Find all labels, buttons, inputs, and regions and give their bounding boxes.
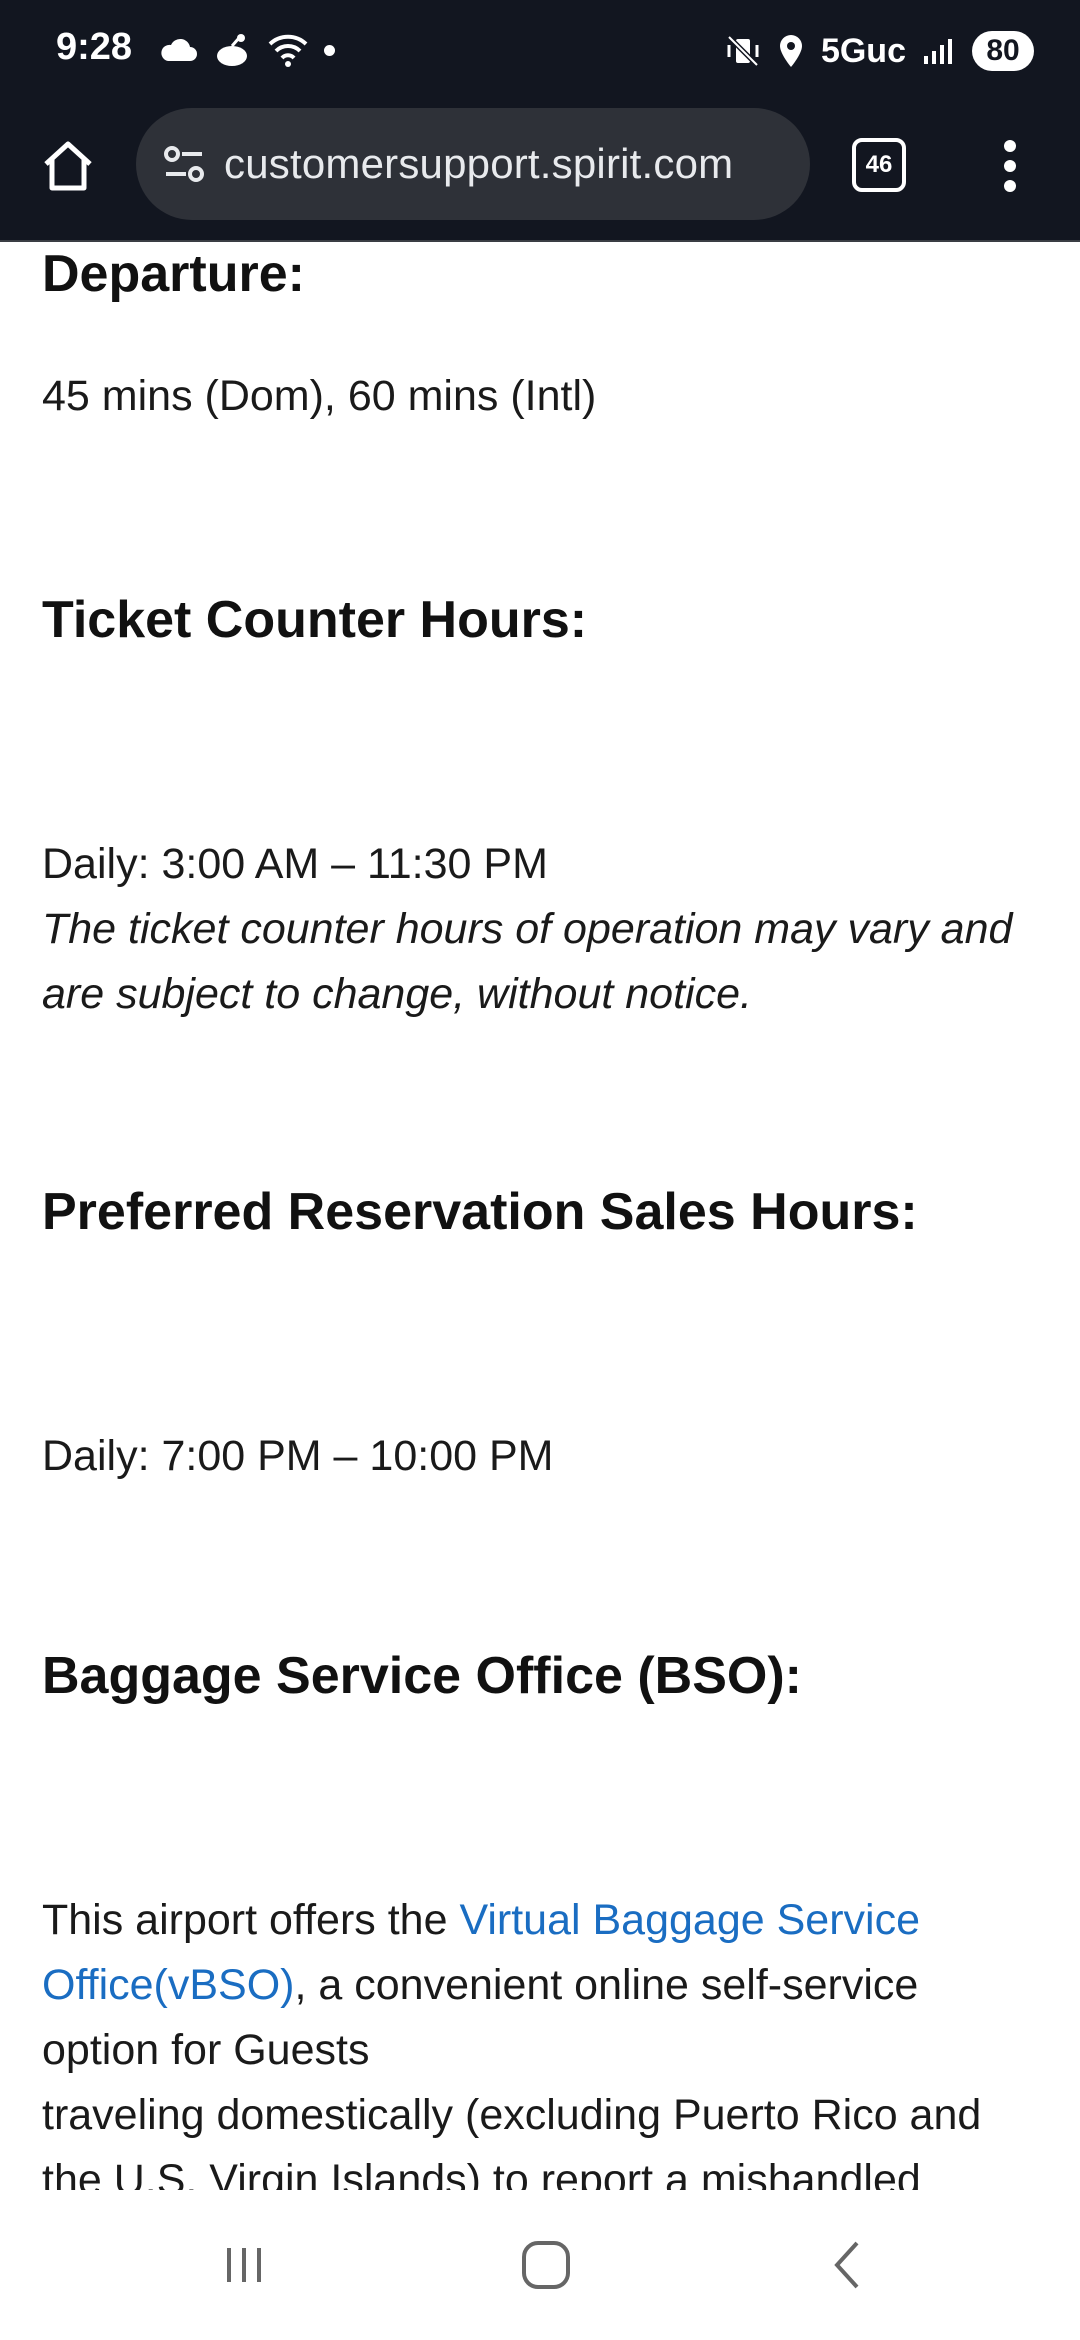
preferred-sales-hours: Daily: 7:00 PM – 10:00 PM <box>42 1432 554 1480</box>
ticket-counter-note-line1: The ticket counter hours of operation ma… <box>42 905 1013 953</box>
menu-dot-icon <box>1004 140 1016 152</box>
bso-text-intro: This airport offers the <box>42 1896 460 1944</box>
departure-heading: Departure: <box>42 245 305 303</box>
bso-text-continued: , a convenient online self-service <box>294 1961 919 2009</box>
cloud-icon <box>161 38 197 61</box>
reddit-icon <box>217 34 247 66</box>
browser-toolbar: customersupport.spirit.com 46 <box>0 100 1080 242</box>
site-settings-icon[interactable] <box>158 138 210 190</box>
recents-icon <box>227 2248 261 2282</box>
menu-dot-icon <box>1004 180 1016 192</box>
location-icon <box>779 35 802 67</box>
vbso-link[interactable]: Virtual Baggage Service <box>459 1896 920 1944</box>
network-type: 5Guc <box>820 31 906 70</box>
home-icon <box>44 141 92 191</box>
wifi-icon <box>268 34 308 67</box>
bso-text-line3: option for Guests <box>42 2026 370 2074</box>
address-bar[interactable]: customersupport.spirit.com <box>136 108 810 220</box>
ticket-counter-heading: Ticket Counter Hours: <box>42 591 588 649</box>
status-time: 9:28 <box>56 26 133 68</box>
home-nav-button[interactable] <box>506 2230 586 2300</box>
status-notification-icons <box>158 28 335 72</box>
status-system-icons: 5Guc 80 <box>725 26 1034 76</box>
battery-indicator: 80 <box>972 31 1034 71</box>
vbso-link-continued[interactable]: Office(vBSO) <box>42 1961 294 2009</box>
bso-heading: Baggage Service Office (BSO): <box>42 1647 802 1705</box>
ticket-counter-note-line2: are subject to change, without notice. <box>42 970 752 1018</box>
status-bar: 9:28 5Guc 80 <box>0 0 1080 100</box>
back-button[interactable] <box>808 2230 888 2300</box>
page-content: Departure: 45 mins (Dom), 60 mins (Intl)… <box>0 244 1080 2190</box>
menu-dot-icon <box>1004 160 1016 172</box>
recents-button[interactable] <box>204 2230 284 2300</box>
preferred-sales-heading: Preferred Reservation Sales Hours: <box>42 1183 918 1241</box>
bso-text-line4: traveling domestically (excluding Puerto… <box>42 2091 982 2139</box>
url-text: customersupport.spirit.com <box>224 140 734 187</box>
back-icon <box>834 2241 859 2289</box>
signal-icon <box>924 39 952 64</box>
home-nav-icon <box>522 2241 570 2289</box>
departure-times: 45 mins (Dom), 60 mins (Intl) <box>42 372 597 420</box>
ticket-counter-hours: Daily: 3:00 AM – 11:30 PM <box>42 840 548 888</box>
home-button[interactable] <box>36 134 100 198</box>
bso-text-line1: This airport offers the Virtual Baggage … <box>42 1888 1052 1953</box>
more-menu-button[interactable] <box>990 134 1030 198</box>
bso-text-line5: the U.S. Virgin Islands) to report a mis… <box>42 2156 921 2190</box>
notification-dot-icon <box>324 44 335 56</box>
tab-switcher-button[interactable]: 46 <box>852 138 906 192</box>
vibrate-mute-icon <box>727 35 759 67</box>
system-nav-bar <box>0 2190 1080 2340</box>
bso-text-line2: Office(vBSO), a convenient online self-s… <box>42 1953 1052 2018</box>
